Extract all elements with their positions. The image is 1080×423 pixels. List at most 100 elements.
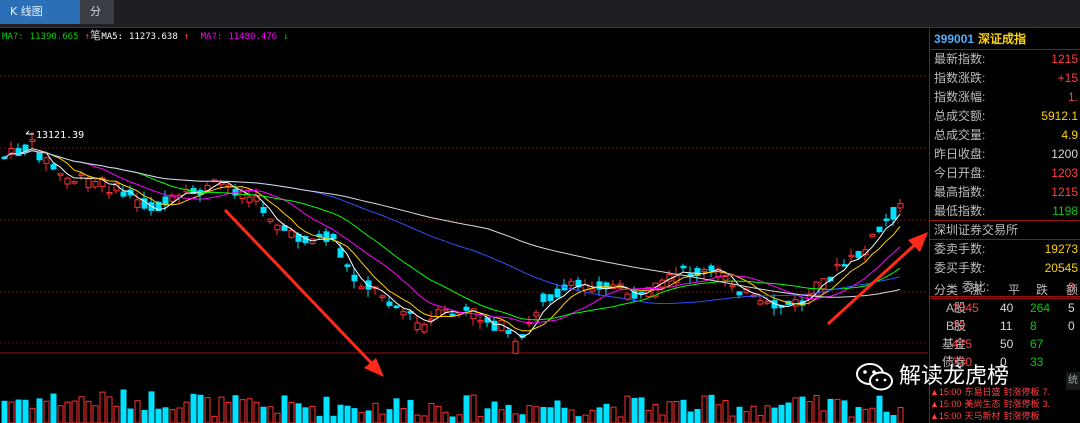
volume-bars [1,389,904,423]
volume-bar [379,413,386,423]
volume-bar [456,414,463,423]
ma5-label: MA5: [101,32,123,42]
volume-bar [897,407,904,423]
volume-bar [799,396,806,423]
candle-body [540,293,547,303]
volume-bar [449,416,456,423]
candle-body [589,288,596,292]
volume-bar [246,398,253,423]
volume-bar [519,414,526,423]
volume-bar [414,414,421,423]
volume-bar [820,410,827,423]
candle-body [547,294,554,301]
volume-bar [757,414,764,423]
breadth-cell-flat: 11 [1000,319,1013,333]
breadth-header-cell: 平 [1008,283,1021,297]
candle-body [50,164,57,170]
ma6-value: 11480.476 [228,32,278,42]
quote-row: 昨日收盘: 1200 [930,145,1080,164]
volume-bar [841,400,848,423]
volume-bar [302,407,309,423]
quote-label: 指数涨幅: [934,90,986,104]
volume-bar [470,394,477,423]
quote-value: 1215 [1051,52,1078,66]
tab-ticks[interactable]: 分笔 [80,0,114,42]
feed-item[interactable]: ▲15:00 美尚生态 封涨停板 3. [930,398,1080,410]
volume-bar [85,400,92,423]
volume-bar [204,397,211,423]
volume-bar [624,395,631,423]
candle-body [267,218,274,222]
candle-body [225,184,232,187]
quote-label: 最高指数: [934,185,986,199]
volume-bar [141,409,148,423]
volume-bar [638,397,645,423]
breadth-cell-extra: 5 [1068,301,1075,315]
candle-body [463,306,470,311]
volume-bar [197,394,204,423]
order-value: 20545 [1044,261,1078,275]
volume-bar [484,408,491,423]
feed-event: 封涨停板 [1003,399,1040,409]
volume-bar [743,411,750,423]
volume-bar [610,406,617,423]
volume-bar [561,407,568,423]
feed-item[interactable]: ▲15:00 天马新材 封涨停板 [930,410,1080,422]
quote-row: 指数涨幅: 1. [930,88,1080,107]
volume-bar [617,416,624,423]
ma30-line [3,150,901,321]
breadth-header-cell: 涨 [970,283,983,297]
volume-bar [281,395,288,423]
candle-body [260,206,267,214]
volume-bar [393,398,400,423]
index-code: 399001 [934,32,975,46]
volume-bar [848,416,855,423]
volume-bar [372,402,379,423]
candle-body [323,231,330,242]
volume-bar [435,405,442,423]
candle-body [764,301,771,304]
candle-body [855,251,862,258]
panel-scroll-button[interactable]: 统 [1066,372,1080,390]
volume-bar [316,415,323,423]
volume-bar [568,409,575,423]
candle-body [120,191,127,197]
candle-body [386,301,393,307]
candle-body [442,308,449,312]
volume-bar [351,408,358,423]
volume-bar [589,409,596,423]
volume-bar [99,391,106,423]
volume-bar [645,410,652,423]
volume-bar [253,402,260,423]
volume-bar [218,396,225,423]
quote-row: 总成交量: 4.9 [930,126,1080,145]
candle-body [512,340,519,354]
breadth-header: 分类涨 平 跌 额 [930,281,1080,299]
volume-bar [267,406,274,423]
candle-body [624,293,631,300]
ma1-value: 11390.665 [29,32,79,42]
candle-body [15,148,22,157]
quote-row: 最高指数: 1215 [930,183,1080,202]
tab-kline[interactable]: K 线图 [0,0,80,24]
quote-label: 今日开盘: [934,166,986,180]
candle-body [358,286,365,290]
quote-label: 最新指数: [934,52,986,66]
moving-average-lines [3,148,901,338]
watermark-text: 解读龙虎榜 [899,364,1010,389]
volume-bar [239,399,246,423]
volume-bar [855,407,862,423]
volume-bar [92,405,99,423]
breadth-cell-up: 22 [952,319,966,333]
volume-bar [428,402,435,423]
volume-bar [533,406,540,423]
volume-bar [148,391,155,423]
kline-chart[interactable]: 13121.39 MA?: 11390.665 ↑ MA5: 11273.638 ↑ M… [0,28,928,423]
volume-bar [890,414,897,423]
volume-bar [778,404,785,423]
wechat-icon [856,363,893,391]
volume-bar [64,401,71,423]
volume-bar [491,401,498,423]
order-row: 委卖手数: 19273 [930,240,1080,259]
quote-value: 1198 [1052,204,1078,218]
